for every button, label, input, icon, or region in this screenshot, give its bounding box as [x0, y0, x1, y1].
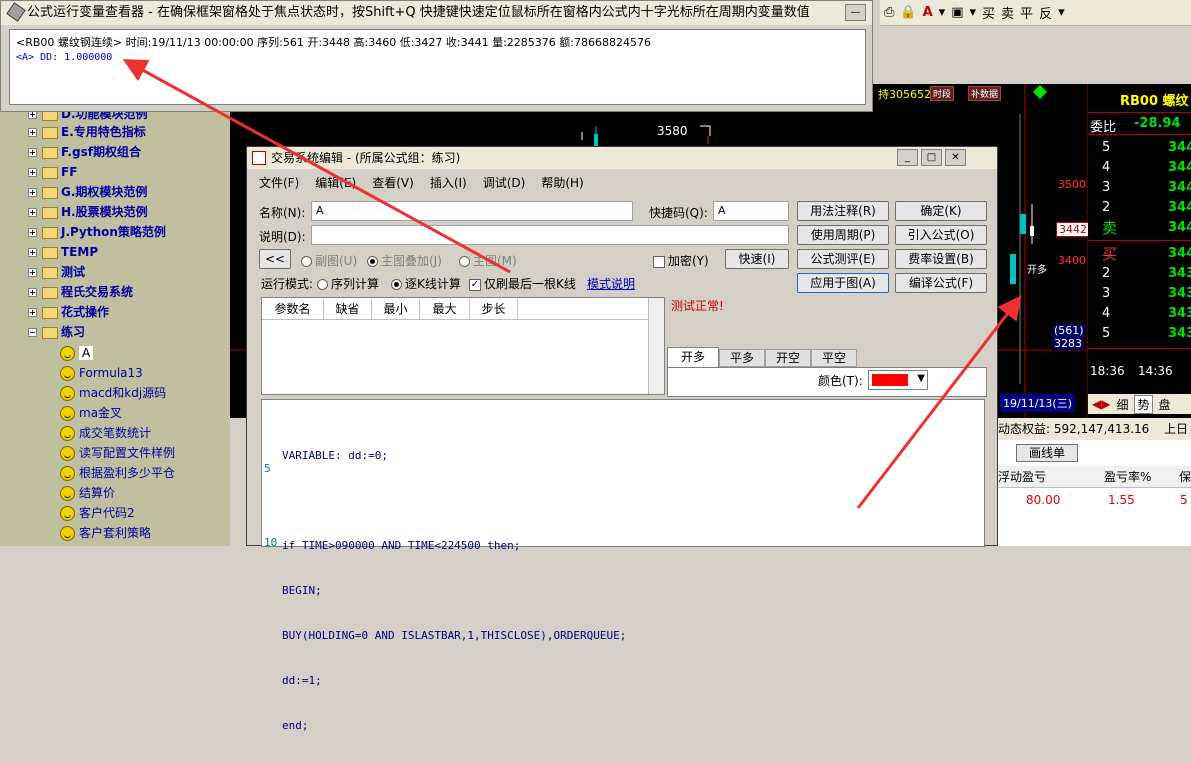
code-line: BUY(HOLDING=0 AND ISLASTBAR,1,THISCLOSE)… [282, 629, 627, 642]
arrow [122, 59, 511, 274]
code-line: dd:=1; [282, 674, 322, 687]
code-line: end; [282, 719, 309, 732]
arrow [856, 295, 1022, 509]
annotation-arrows [122, 59, 1022, 509]
code-line: BEGIN; [282, 584, 322, 597]
